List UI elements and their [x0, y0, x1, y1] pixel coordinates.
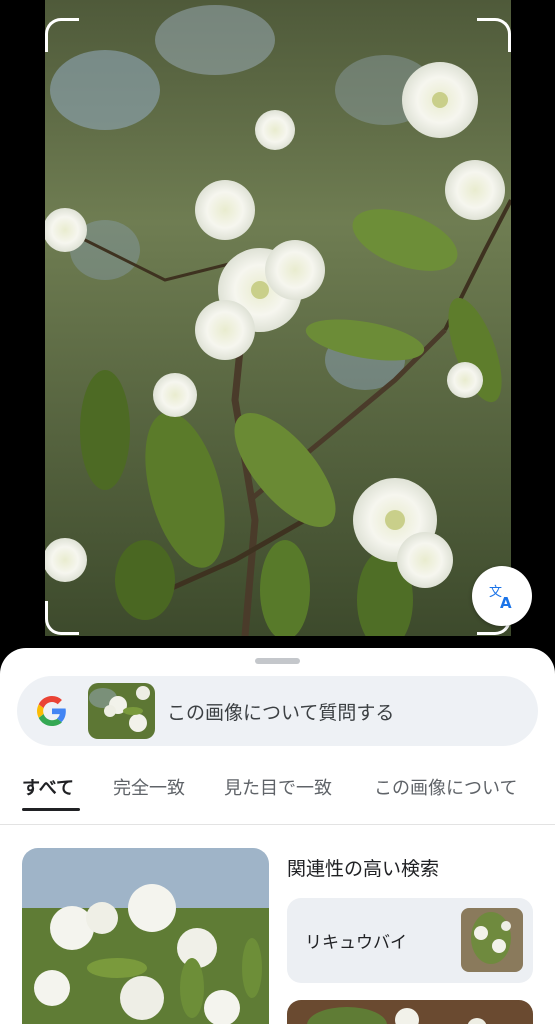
tab-about-this-image[interactable]: この画像について [374, 776, 517, 812]
result-tabs: すべて 完全一致 見た目で一致 この画像について [0, 776, 555, 816]
active-tab-indicator [22, 808, 80, 811]
google-g-logo [37, 696, 66, 726]
crop-corner-top-left[interactable] [45, 18, 79, 52]
related-searches-title: 関連性の高い検索 [287, 858, 440, 880]
searchbar-prompt: この画像について質問する [167, 702, 395, 724]
results-sheet: この画像について質問する すべて 完全一致 見た目で一致 この画像について 関連… [0, 648, 555, 1024]
related-search-item[interactable]: リキュウバイ [287, 898, 533, 983]
tab-all[interactable]: すべて [22, 776, 74, 812]
related-search-item-partial[interactable] [287, 1000, 533, 1024]
result-image-card[interactable] [22, 848, 269, 1024]
ask-about-image-searchbar[interactable]: この画像について質問する [17, 676, 538, 746]
sheet-drag-handle[interactable] [255, 658, 300, 664]
screen: 文 A この画像について質問する すべて 完全一致 見た目で一致 この画像につい… [0, 0, 555, 1024]
translate-button[interactable]: 文 A [472, 566, 532, 626]
tabs-divider [0, 824, 555, 825]
related-search-thumbnail [461, 908, 523, 972]
image-thumbnail[interactable] [88, 683, 155, 739]
captured-photo [45, 0, 511, 636]
translate-icon: 文 A [489, 585, 512, 610]
tab-visual-match[interactable]: 見た目で一致 [224, 776, 332, 812]
related-search-label: リキュウバイ [305, 933, 407, 953]
tab-exact-match[interactable]: 完全一致 [113, 776, 185, 812]
svg-text:A: A [500, 594, 512, 610]
crop-corner-bottom-left[interactable] [45, 601, 79, 635]
crop-corner-top-right[interactable] [477, 18, 511, 52]
